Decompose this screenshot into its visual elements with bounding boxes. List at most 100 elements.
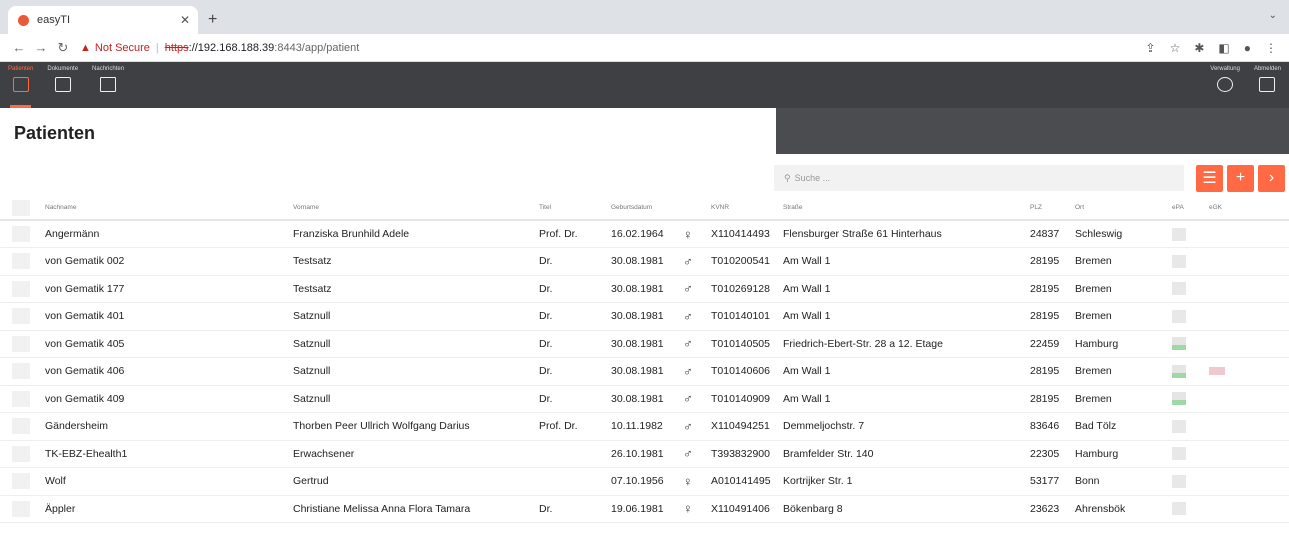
col-header[interactable]: Geburtsdatum	[611, 196, 683, 221]
nav-abmelden[interactable]: Abmelden	[1254, 62, 1281, 108]
plus-icon: +	[1235, 169, 1246, 186]
cell-kvnr: X110491406	[711, 495, 783, 523]
row-checkbox[interactable]	[12, 253, 30, 270]
cell-strasse: Bramfelder Str. 140	[783, 440, 1030, 468]
col-header[interactable]: Straße	[783, 196, 1030, 221]
epa-document-icon[interactable]	[1172, 309, 1186, 323]
warning-icon: ▲	[80, 41, 91, 54]
table-row[interactable]: Wolf Gertrud 07.10.1956 ♀ A010141495 Kortrijk…	[0, 467, 1289, 496]
profile-icon[interactable]: ●	[1244, 41, 1251, 55]
col-header[interactable]: Titel	[539, 196, 611, 221]
reload-icon[interactable]: ↻	[52, 40, 74, 56]
page-header: Patienten	[0, 108, 1289, 154]
cell-nachname: Wolf	[45, 467, 293, 496]
cell-plz: 28195	[1030, 275, 1075, 303]
browser-tab[interactable]: easyTI ✕	[8, 6, 198, 34]
col-header[interactable]: ePA	[1172, 196, 1209, 221]
col-header[interactable]: eGK	[1209, 196, 1289, 221]
row-checkbox[interactable]	[12, 280, 30, 297]
table-row[interactable]: von Gematik 177 Testsatz Dr. 30.08.1981 ♂ T01…	[0, 275, 1289, 303]
table-row[interactable]: von Gematik 002 Testsatz Dr. 30.08.1981 ♂ T01…	[0, 247, 1289, 276]
row-checkbox[interactable]	[12, 363, 30, 380]
back-icon[interactable]: ←	[8, 40, 30, 55]
row-checkbox[interactable]	[12, 390, 30, 407]
separator: |	[155, 41, 159, 54]
add-patient-button[interactable]: +	[1227, 164, 1254, 192]
row-checkbox[interactable]	[12, 445, 30, 462]
cell-vorname: Satznull	[293, 330, 539, 358]
table-row[interactable]: Gändersheim Thorben Peer Ullrich Wolfgang…	[0, 412, 1289, 441]
epa-document-icon[interactable]	[1172, 502, 1186, 516]
share-icon[interactable]: ⇪	[1146, 41, 1156, 55]
cell-nachname: von Gematik 405	[45, 330, 293, 358]
row-checkbox[interactable]	[12, 226, 30, 242]
cell-plz: 22305	[1030, 440, 1075, 468]
extensions-icon[interactable]: ✱	[1194, 41, 1204, 55]
nav-dokumente[interactable]: Dokumente	[47, 62, 78, 108]
table-row[interactable]: von Gematik 405 Satznull Dr. 30.08.1981 ♂ T01…	[0, 330, 1289, 358]
table-row[interactable]: von Gematik 406 Satznull Dr. 30.08.1981 ♂ T01…	[0, 357, 1289, 386]
favicon-icon	[18, 14, 29, 26]
cell-nachname: von Gematik 406	[45, 357, 293, 386]
new-tab-icon[interactable]: +	[208, 11, 217, 29]
url-input[interactable]: ▲ Not Secure | https://192.168.188.39:84…	[74, 37, 1146, 59]
cell-geburtsdatum: 30.08.1981	[611, 330, 683, 358]
epa-document-icon[interactable]	[1172, 254, 1186, 268]
table-row[interactable]: von Gematik 401 Satznull Dr. 30.08.1981 ♂ T01…	[0, 302, 1289, 331]
bookmark-star-icon[interactable]: ☆	[1170, 41, 1181, 55]
cell-geburtsdatum: 30.08.1981	[611, 275, 683, 303]
search-input[interactable]: ⚲ Suche ...	[774, 165, 1184, 191]
app-header: Patienten Dokumente Nachrichten Verwaltu…	[0, 62, 1289, 108]
nav-label: Dokumente	[47, 66, 79, 72]
col-header[interactable]: PLZ	[1030, 196, 1075, 221]
table-row[interactable]: von Gematik 409 Satznull Dr. 30.08.1981 ♂ T01…	[0, 385, 1289, 413]
filter-button[interactable]: ☰	[1196, 164, 1223, 192]
menu-kebab-icon[interactable]: ⋮	[1265, 41, 1277, 55]
forward-icon[interactable]: →	[30, 40, 52, 55]
cell-plz: 23623	[1030, 495, 1075, 523]
cell-kvnr: T010200541	[711, 247, 783, 276]
row-checkbox[interactable]	[12, 418, 30, 435]
row-checkbox[interactable]	[12, 335, 30, 352]
row-checkbox[interactable]	[12, 500, 30, 517]
table-row[interactable]: Äppler Christiane Melissa Anna Flora Tama…	[0, 495, 1289, 523]
next-button[interactable]: ›	[1258, 164, 1285, 192]
cell-plz: 28195	[1030, 357, 1075, 386]
epa-document-icon[interactable]	[1172, 419, 1186, 433]
cell-geburtsdatum: 10.11.1982	[611, 412, 683, 441]
epa-document-icon[interactable]	[1172, 364, 1186, 378]
epa-document-icon[interactable]	[1172, 392, 1186, 406]
row-checkbox[interactable]	[12, 473, 30, 490]
cell-titel: Dr.	[539, 495, 611, 523]
cell-kvnr: T010140505	[711, 330, 783, 358]
cell-geburtsdatum: 30.08.1981	[611, 357, 683, 386]
col-header[interactable]: Ort	[1075, 196, 1172, 221]
tab-list-chevron-icon[interactable]: ⌄	[1269, 10, 1277, 21]
epa-document-icon[interactable]	[1172, 227, 1186, 241]
cell-strasse: Am Wall 1	[783, 357, 1030, 386]
col-header[interactable]: Nachname	[45, 196, 293, 221]
table-row[interactable]: Angermänn Franziska Brunhild Adele Prof. D…	[0, 220, 1289, 248]
egk-card-icon	[1209, 367, 1225, 376]
epa-document-icon[interactable]	[1172, 337, 1186, 351]
select-all-checkbox[interactable]	[12, 199, 30, 216]
nav-nachrichten[interactable]: Nachrichten	[92, 62, 124, 108]
document-icon	[54, 77, 71, 92]
nav-verwaltung[interactable]: Verwaltung	[1210, 62, 1240, 108]
cell-ort: Hamburg	[1075, 440, 1172, 468]
table-row[interactable]: TK-EBZ-Ehealth1 Erwachsener 26.10.1981 ♂ T39…	[0, 440, 1289, 468]
cell-nachname: von Gematik 409	[45, 385, 293, 413]
close-tab-icon[interactable]: ✕	[180, 13, 190, 27]
col-header[interactable]: KVNR	[711, 196, 783, 221]
not-secure-label: Not Secure	[94, 41, 150, 54]
epa-document-icon[interactable]	[1172, 282, 1186, 296]
cell-kvnr: A010141495	[711, 467, 783, 496]
epa-document-icon[interactable]	[1172, 474, 1186, 488]
nav-patienten[interactable]: Patienten	[8, 62, 33, 108]
epa-document-icon[interactable]	[1172, 447, 1186, 461]
col-header[interactable]: Vorname	[293, 196, 539, 221]
sidepanel-icon[interactable]: ◧	[1218, 41, 1229, 55]
cell-vorname: Erwachsener	[293, 440, 539, 468]
cell-ort: Schleswig	[1075, 220, 1172, 248]
row-checkbox[interactable]	[12, 308, 30, 325]
